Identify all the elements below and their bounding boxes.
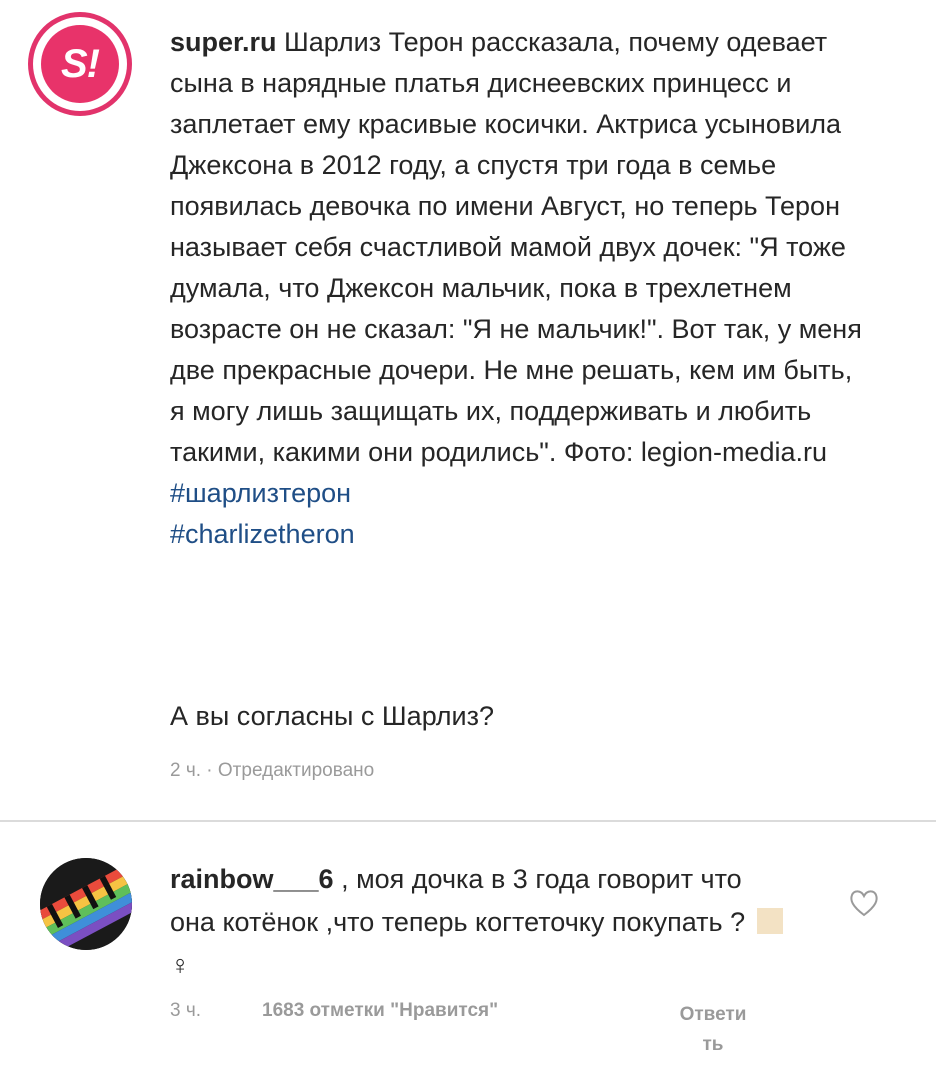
heart-outline-icon[interactable] (848, 888, 880, 918)
hashtag-link[interactable]: #шарлизтерон (170, 478, 351, 508)
post-username[interactable]: super.ru (170, 27, 277, 57)
caption-text: Шарлиз Терон рассказала, почему одевает … (170, 27, 862, 467)
hashtag-link[interactable]: #charlizetheron (170, 519, 355, 549)
comment-likes-count[interactable]: 1683 отметки "Нравится" (262, 1000, 498, 1022)
comment-meta: 3 ч. 1683 отметки "Нравится" Ответи ть (170, 1000, 790, 1070)
comment-timestamp: 3 ч. (170, 1000, 202, 1021)
super-ru-logo-icon: S! (41, 25, 119, 103)
comment-text: rainbow___6 , моя дочка в 3 года говорит… (170, 858, 790, 987)
post-caption-block: S! super.ru Шарлиз Терон рассказала, поч… (0, 0, 936, 820)
comment-username[interactable]: rainbow___6 (170, 864, 334, 894)
comment-avatar[interactable] (40, 858, 132, 950)
reply-button[interactable]: Ответи ть (668, 1000, 758, 1060)
female-sign-icon: ♀ (170, 950, 191, 980)
post-avatar[interactable]: S! (28, 12, 132, 116)
emoji-icon (756, 908, 783, 934)
caption-question: А вы согласны с Шарлиз? (170, 701, 495, 731)
post-caption: super.ru Шарлиз Терон рассказала, почему… (170, 22, 870, 555)
divider (0, 820, 936, 822)
post-timestamp: 2 ч. · Отредактировано (170, 760, 375, 781)
rainbow-piano-avatar-icon (40, 858, 132, 950)
